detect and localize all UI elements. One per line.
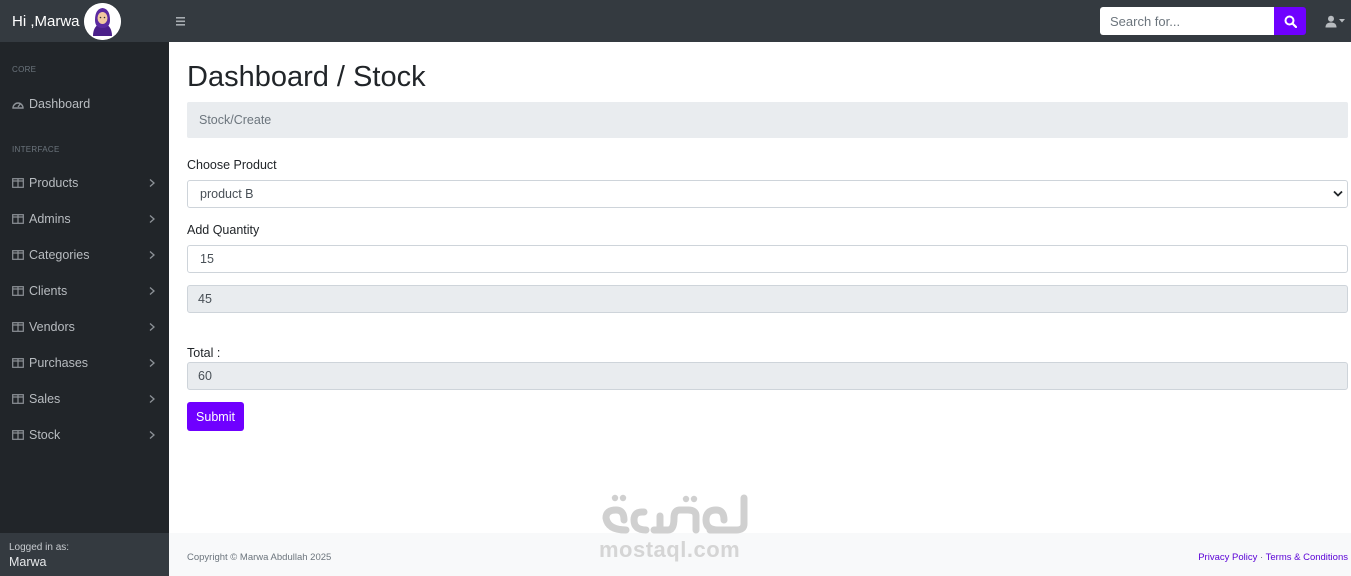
chevron-right-icon xyxy=(149,251,155,259)
user-dropdown[interactable] xyxy=(1325,13,1349,29)
sidebar-item-dashboard[interactable]: Dashboard xyxy=(0,86,169,122)
breadcrumb-item: Stock/Create xyxy=(199,113,272,127)
total-label: Total : xyxy=(187,346,221,360)
breadcrumb: Stock/Create xyxy=(187,102,1348,138)
mostaql-domain: mostaql.com xyxy=(599,537,741,562)
mostaql-logo xyxy=(602,494,748,534)
columns-icon xyxy=(12,322,24,332)
terms-link[interactable]: Terms & Conditions xyxy=(1266,552,1348,563)
logged-in-label: Logged in as: xyxy=(9,542,70,553)
sidebar-item-label: Admins xyxy=(29,212,71,226)
sidebar-item-stock[interactable]: Stock xyxy=(0,417,169,453)
product-select-value: product B xyxy=(200,187,254,201)
sidebar-item-categories[interactable]: Categories xyxy=(0,237,169,273)
total-value: 60 xyxy=(198,369,212,383)
sidebar-item-vendors[interactable]: Vendors xyxy=(0,309,169,345)
sidebar-item-label: Stock xyxy=(29,428,61,442)
sidebar-item-admins[interactable]: Admins xyxy=(0,201,169,237)
copyright-text: Copyright © Marwa Abdullah 2025 xyxy=(187,552,332,563)
sidebar-item-products[interactable]: Products xyxy=(0,165,169,201)
sidebar-footer: Logged in as: Marwa xyxy=(0,533,169,576)
chevron-right-icon xyxy=(149,287,155,295)
submit-button[interactable]: Submit xyxy=(187,402,244,431)
privacy-policy-link[interactable]: Privacy Policy xyxy=(1198,552,1257,563)
caret-down-icon xyxy=(1339,19,1345,23)
sidebar-item-label: Clients xyxy=(29,284,68,298)
top-navbar: Hi ,Marwa xyxy=(0,0,1351,42)
add-quantity-label: Add Quantity xyxy=(187,223,260,237)
columns-icon xyxy=(12,358,24,368)
columns-icon xyxy=(12,394,24,404)
product-select[interactable]: product B xyxy=(187,180,1348,208)
sidebar-item-label: Sales xyxy=(29,392,61,406)
logged-in-user: Marwa xyxy=(9,555,47,569)
sidebar: CORE Dashboard INTERFACE Products Admins… xyxy=(0,42,169,576)
chevron-down-icon xyxy=(1333,190,1343,197)
columns-icon xyxy=(12,430,24,440)
sidebar-item-label: Dashboard xyxy=(29,97,91,111)
footer-separator: · xyxy=(1259,552,1264,563)
sidebar-item-purchases[interactable]: Purchases xyxy=(0,345,169,381)
chevron-right-icon xyxy=(149,359,155,367)
sidebar-item-label: Vendors xyxy=(29,320,75,334)
sidebar-heading-core: CORE xyxy=(12,65,37,74)
current-stock-field: 45 xyxy=(187,285,1348,313)
chevron-right-icon xyxy=(149,323,155,331)
avatar[interactable] xyxy=(84,3,121,40)
tachometer-icon xyxy=(12,102,24,109)
columns-icon xyxy=(12,178,24,188)
current-stock-value: 45 xyxy=(198,292,212,306)
quantity-input-value: 15 xyxy=(200,252,214,266)
columns-icon xyxy=(12,286,24,296)
total-field: 60 xyxy=(187,362,1348,390)
page-footer: Copyright © Marwa Abdullah 2025 Privacy … xyxy=(169,533,1351,576)
sidebar-item-label: Categories xyxy=(29,248,90,262)
sidebar-heading-interface: INTERFACE xyxy=(12,145,60,154)
search-icon xyxy=(1284,15,1297,28)
footer-links: Privacy Policy · Terms & Conditions xyxy=(1198,552,1348,563)
sidebar-item-label: Products xyxy=(29,176,79,190)
quantity-input[interactable]: 15 xyxy=(187,245,1348,273)
chevron-right-icon xyxy=(149,431,155,439)
mostaql-watermark: mostaql.com xyxy=(598,490,752,562)
choose-product-label: Choose Product xyxy=(187,158,277,172)
chevron-right-icon xyxy=(149,179,155,187)
user-icon xyxy=(1325,15,1337,27)
chevron-right-icon xyxy=(149,215,155,223)
sidebar-item-clients[interactable]: Clients xyxy=(0,273,169,309)
columns-icon xyxy=(12,250,24,260)
greeting[interactable]: Hi ,Marwa xyxy=(12,0,80,42)
search-input[interactable] xyxy=(1100,7,1274,35)
search-button[interactable] xyxy=(1274,7,1306,35)
sidebar-item-label: Purchases xyxy=(29,356,89,370)
sidebar-item-sales[interactable]: Sales xyxy=(0,381,169,417)
chevron-right-icon xyxy=(149,395,155,403)
sidebar-toggle-button[interactable] xyxy=(175,12,187,30)
bars-icon xyxy=(176,17,185,26)
page-title: Dashboard / Stock xyxy=(187,61,426,93)
columns-icon xyxy=(12,214,24,224)
